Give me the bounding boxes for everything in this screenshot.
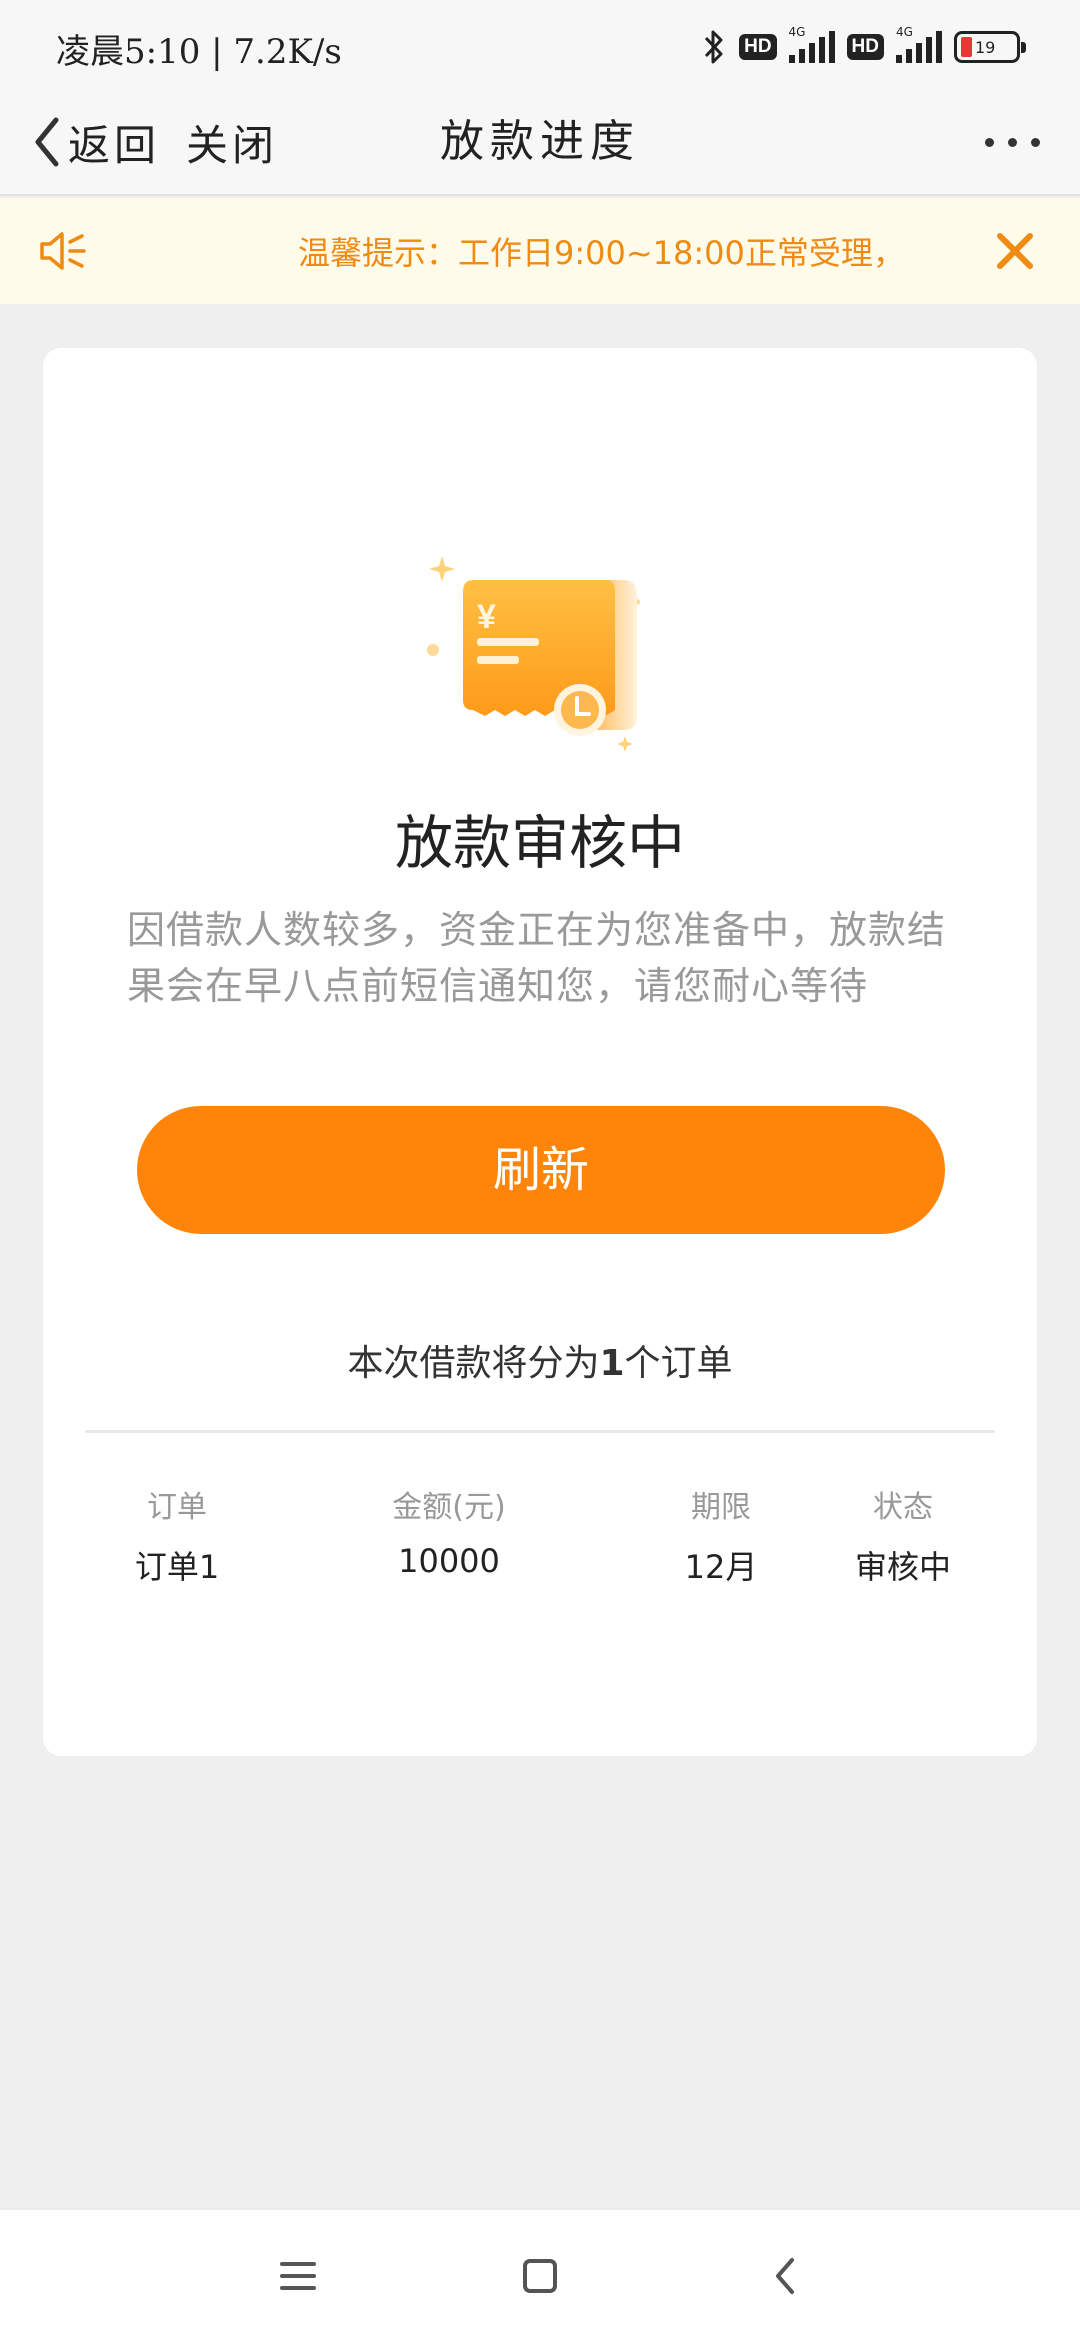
order-name: 订单1 (134, 1548, 220, 1586)
signal-strength-icon: 4G (788, 25, 835, 63)
more-dot (1030, 137, 1040, 147)
hd-badge: HD (739, 34, 777, 60)
svg-text:¥: ¥ (477, 598, 496, 636)
close-button[interactable]: 关闭 (186, 110, 278, 174)
back-label: 返回 (68, 120, 161, 170)
header-term: 期限 (691, 1490, 751, 1525)
chevron-left-icon (35, 117, 59, 167)
speaker-icon (40, 232, 86, 270)
more-button[interactable] (972, 114, 1052, 170)
close-icon[interactable] (990, 226, 1040, 276)
battery-icon: 19 (954, 31, 1026, 63)
header-amount: 金额(元) (392, 1490, 506, 1525)
refresh-button[interactable]: 刷新 (137, 1106, 945, 1234)
hd-badge-2: HD (846, 34, 884, 60)
system-navigation-bar (0, 2208, 1080, 2340)
status-title: 放款审核中 (394, 809, 685, 877)
back-icon[interactable] (756, 2246, 816, 2306)
split-prefix: 本次借款将分为 (347, 1343, 600, 1384)
more-dot (984, 137, 994, 147)
navigation-bar: 返回 关闭 放款进度 (0, 90, 1080, 196)
loan-progress-card: ¥ 放款审核中 因借款人数较多，资金正在为您准备中，放款结果会在早八点前短信通知… (43, 348, 1037, 1756)
order-term: 12月 (684, 1548, 758, 1586)
status-description: 因借款人数较多，资金正在为您准备中，放款结果会在早八点前短信通知您，请您耐心等待 (127, 908, 947, 1008)
more-dot (1007, 137, 1017, 147)
notice-banner: 温馨提示：工作日9:00~18:00正常受理， (0, 198, 1080, 304)
network-type-2: 4G (896, 25, 913, 39)
order-split-info: 本次借款将分为1个订单 (43, 1334, 1037, 1386)
divider (85, 1430, 995, 1433)
split-count: 1 (599, 1343, 625, 1384)
signal-strength-icon-2: 4G (896, 25, 942, 63)
order-status: 审核中 (854, 1548, 951, 1586)
bluetooth-icon (704, 30, 723, 64)
network-type: 4G (788, 25, 806, 39)
menu-icon[interactable] (268, 2246, 328, 2306)
status-bar: 凌晨5:10 | 7.2K/s HD 4G HD 4G 19 (0, 0, 1080, 90)
page-title: 放款进度 (440, 116, 640, 167)
header-status: 状态 (873, 1490, 933, 1525)
receipt-clock-icon: ¥ (427, 556, 640, 752)
order-amount: 10000 (398, 1542, 500, 1580)
status-time: 凌晨5:10 | 7.2K/s (56, 32, 342, 72)
order-table-header: 订单 金额(元) 期限 状态 (43, 1482, 1037, 1532)
header-order: 订单 (147, 1490, 207, 1525)
split-suffix: 个订单 (624, 1343, 733, 1384)
back-button[interactable]: 返回 (32, 110, 160, 174)
notice-text: 温馨提示：工作日9:00~18:00正常受理， (298, 234, 905, 272)
status-indicators: HD 4G HD 4G 19 (701, 24, 1026, 70)
table-row: 订单1 10000 12月 审核中 (43, 1542, 1037, 1592)
battery-level: 19 (975, 37, 996, 57)
home-icon[interactable] (510, 2246, 570, 2306)
